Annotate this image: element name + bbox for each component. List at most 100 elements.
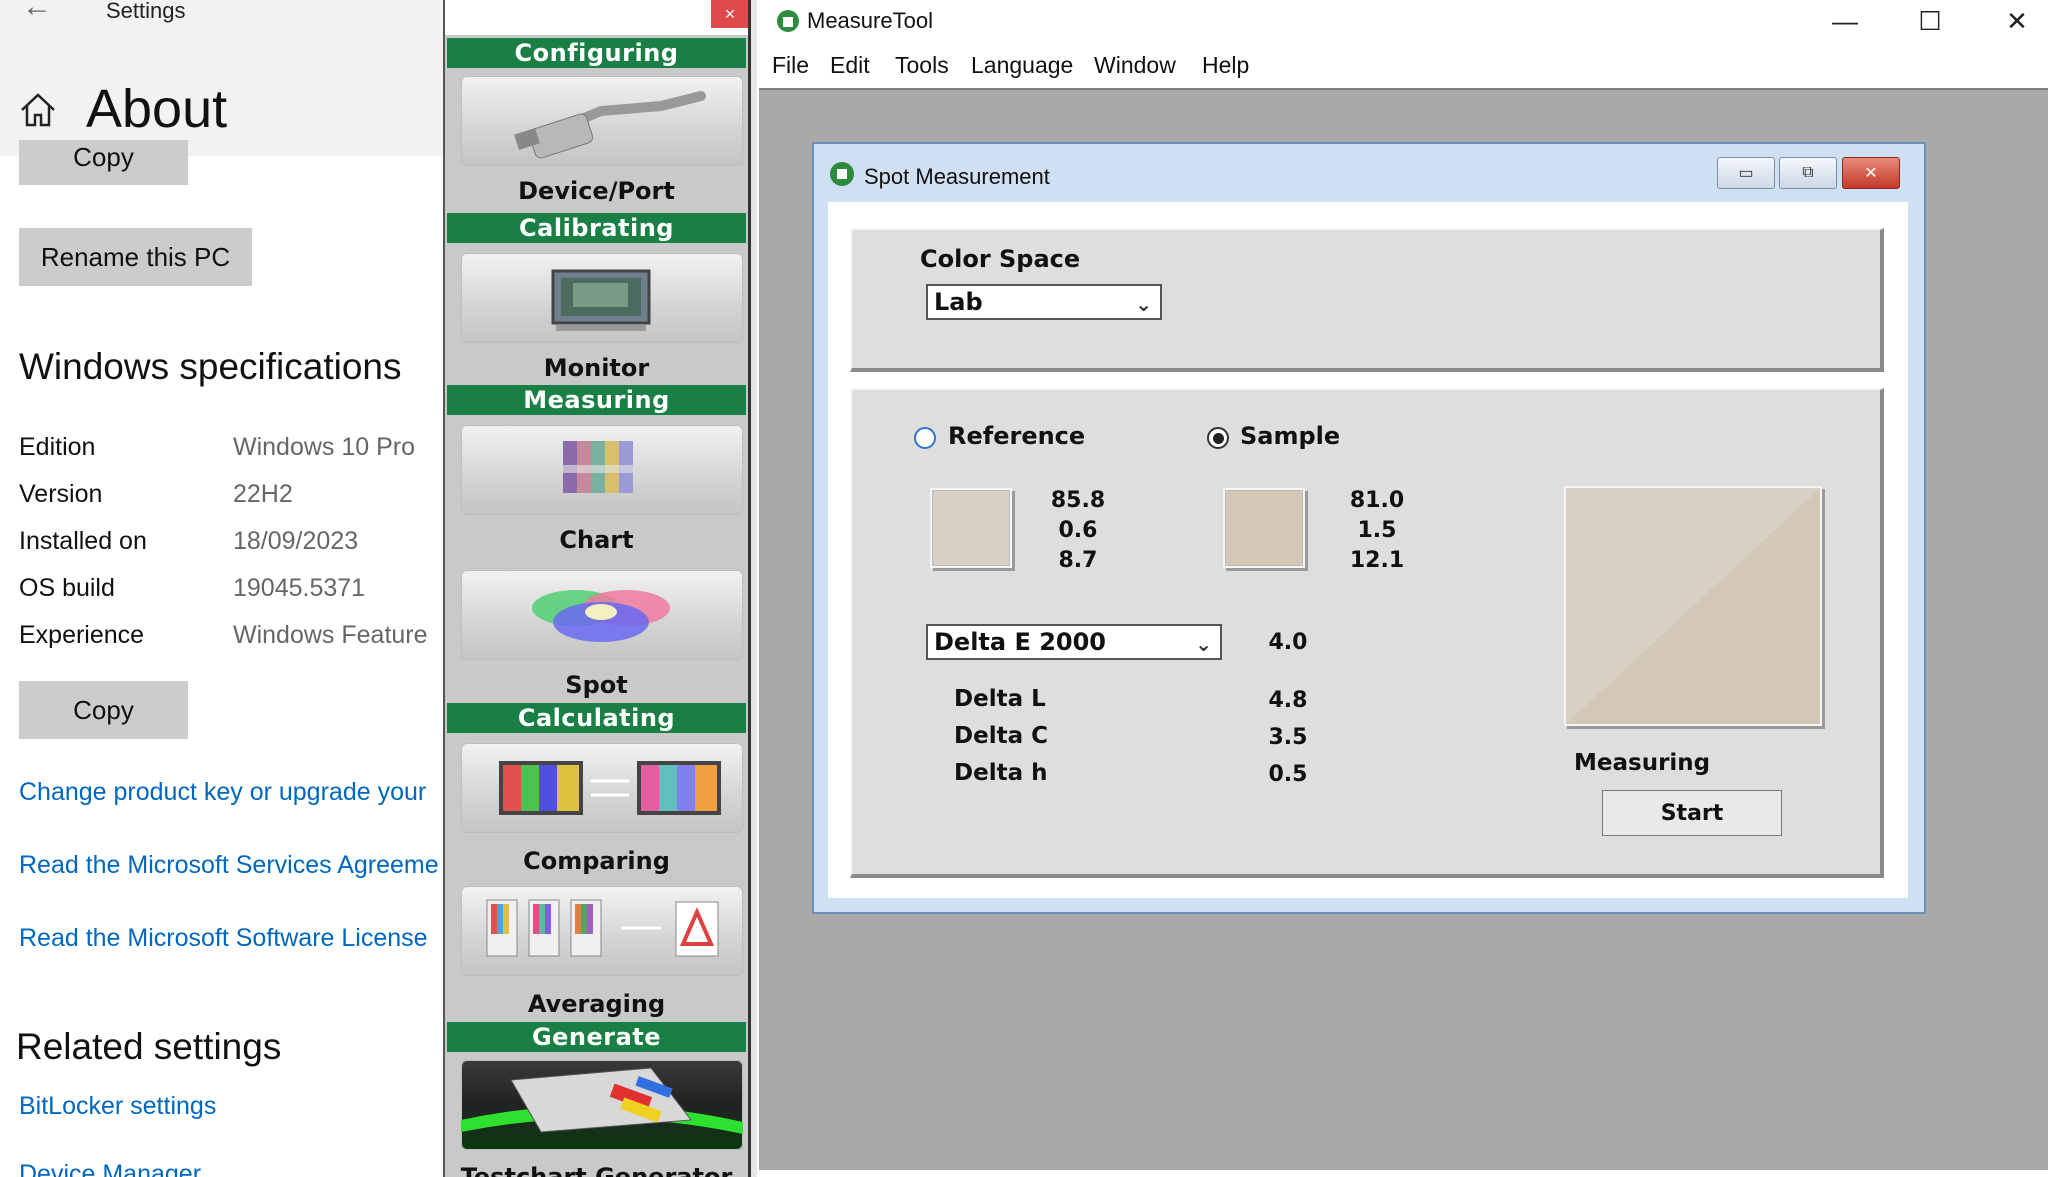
navigator-close-button[interactable]: × (711, 0, 748, 28)
start-button[interactable]: Start (1602, 790, 1782, 836)
navigator-titlebar (445, 0, 748, 35)
nav-item-chart[interactable]: Chart (445, 526, 748, 554)
page-title: About (86, 79, 228, 139)
spec-key-osbuild: OS build (19, 574, 115, 602)
sample-radio-dot (1212, 432, 1224, 444)
section-configuring: Configuring (447, 38, 746, 68)
color-space-select[interactable]: Lab ⌄ (926, 284, 1162, 320)
chevron-down-icon: ⌄ (1195, 632, 1212, 656)
spec-value-version: 22H2 (233, 480, 293, 508)
section-calculating: Calculating (447, 703, 746, 733)
spot-measurement-window: Spot Measurement ▭ ⧉ ✕ Color Space Lab ⌄… (812, 142, 1926, 914)
menu-tools[interactable]: Tools (895, 52, 949, 79)
spot-client-area: Color Space Lab ⌄ Reference Sample 85.8 … (828, 202, 1908, 898)
delta-method-value: Delta E 2000 (934, 628, 1106, 656)
windows-specs-heading: Windows specifications (19, 346, 402, 387)
link-software-license[interactable]: Read the Microsoft Software License (19, 924, 428, 953)
reference-value-l: 85.8 (1050, 488, 1106, 513)
copy-button[interactable]: Copy (19, 681, 188, 739)
color-space-value: Lab (934, 288, 983, 316)
measuretool-app-icon (777, 10, 799, 32)
usb-cable-icon (514, 91, 706, 159)
averaging-icon (486, 899, 719, 957)
spot-minimize-button[interactable]: ▭ (1717, 157, 1775, 189)
sample-radio[interactable] (1207, 427, 1229, 449)
copy-button-top[interactable]: Copy (19, 140, 188, 185)
spec-key-experience: Experience (19, 621, 145, 649)
measuretool-window: MeasureTool — ☐ ✕ File Edit Tools Langua… (757, 0, 2048, 1177)
color-wheel-icon (532, 590, 670, 642)
color-space-panel: Color Space Lab ⌄ (850, 228, 1884, 372)
nav-item-spot[interactable]: Spot (445, 671, 748, 699)
comparing-tile[interactable] (461, 743, 743, 833)
delta-e-value: 4.0 (1268, 630, 1308, 655)
spot-tile[interactable] (461, 570, 743, 660)
delta-method-select[interactable]: Delta E 2000 ⌄ (926, 624, 1222, 660)
reference-radio[interactable] (914, 427, 936, 449)
maximize-button[interactable]: ☐ (1900, 4, 1960, 38)
nav-item-comparing[interactable]: Comparing (445, 847, 748, 875)
menu-language[interactable]: Language (971, 52, 1073, 79)
link-services-agreement[interactable]: Read the Microsoft Services Agreeme (19, 851, 439, 880)
reference-label: Reference (948, 422, 1086, 450)
device-port-tile[interactable] (461, 76, 743, 166)
mdi-client-area: Spot Measurement ▭ ⧉ ✕ Color Space Lab ⌄… (759, 88, 2048, 1170)
testchart-generator-icon (461, 1067, 743, 1134)
menu-edit[interactable]: Edit (830, 52, 870, 79)
menu-bar: File Edit Tools Language Window Help (757, 52, 2048, 88)
menu-help[interactable]: Help (1202, 52, 1249, 79)
averaging-tile[interactable] (461, 886, 743, 976)
rename-pc-button[interactable]: Rename this PC (19, 228, 252, 286)
spec-key-version: Version (19, 480, 103, 508)
spot-restore-button[interactable]: ⧉ (1779, 157, 1837, 189)
delta-c-value: 3.5 (1268, 725, 1308, 750)
comparison-swatch-graphic (1566, 488, 1820, 724)
measuretool-title: MeasureTool (807, 8, 933, 33)
compare-charts-icon (499, 761, 721, 815)
navigator-panel: × Configuring Device/Port Calibrating Mo… (443, 0, 751, 1177)
chevron-down-icon: ⌄ (1135, 292, 1152, 316)
delta-h-value: 0.5 (1268, 762, 1308, 787)
nav-item-averaging[interactable]: Averaging (445, 990, 748, 1018)
related-settings-heading: Related settings (16, 1026, 282, 1067)
home-icon[interactable] (18, 90, 58, 130)
back-arrow-icon[interactable]: ← (22, 0, 52, 24)
monitor-icon (551, 269, 651, 331)
measuring-label: Measuring (1574, 750, 1711, 776)
sample-label: Sample (1240, 422, 1341, 450)
spec-key-edition: Edition (19, 433, 96, 461)
generate-tile[interactable] (461, 1060, 743, 1150)
monitor-tile[interactable] (461, 253, 743, 343)
close-button[interactable]: ✕ (1987, 4, 2047, 38)
menu-window[interactable]: Window (1094, 52, 1176, 79)
minimize-button[interactable]: — (1815, 4, 1875, 38)
spec-value-experience: Windows Feature (233, 621, 428, 649)
spot-close-button[interactable]: ✕ (1842, 157, 1900, 189)
comparison-swatch (1564, 486, 1822, 726)
chart-tile[interactable] (461, 425, 743, 515)
spec-value-osbuild: 19045.5371 (233, 574, 366, 602)
spec-key-installed: Installed on (19, 527, 147, 555)
link-device-manager[interactable]: Device Manager (19, 1160, 201, 1177)
settings-window: ← Settings About Copy Rename this PC Win… (0, 0, 443, 1177)
spot-window-title: Spot Measurement (864, 164, 1050, 189)
nav-item-testchart-generator[interactable]: Testchart Generator (445, 1163, 748, 1177)
reference-value-b: 8.7 (1058, 548, 1098, 573)
spec-value-edition: Windows 10 Pro (233, 433, 416, 461)
spec-value-installed: 18/09/2023 (233, 527, 359, 555)
link-bitlocker[interactable]: BitLocker settings (19, 1092, 216, 1121)
color-space-label: Color Space (920, 245, 1081, 273)
spot-window-icon (830, 162, 854, 186)
color-chart-icon (563, 441, 633, 493)
nav-item-device-port[interactable]: Device/Port (445, 177, 748, 205)
menu-file[interactable]: File (772, 52, 809, 79)
sample-value-l: 81.0 (1349, 488, 1405, 513)
settings-app-title: Settings (106, 0, 186, 23)
link-change-product-key[interactable]: Change product key or upgrade your (19, 778, 426, 807)
section-measuring: Measuring (447, 385, 746, 415)
delta-c-label: Delta C (954, 723, 1048, 749)
sample-value-b: 12.1 (1349, 548, 1405, 573)
section-calibrating: Calibrating (447, 213, 746, 243)
copy-button-top-label: Copy (73, 142, 134, 172)
nav-item-monitor[interactable]: Monitor (445, 354, 748, 382)
